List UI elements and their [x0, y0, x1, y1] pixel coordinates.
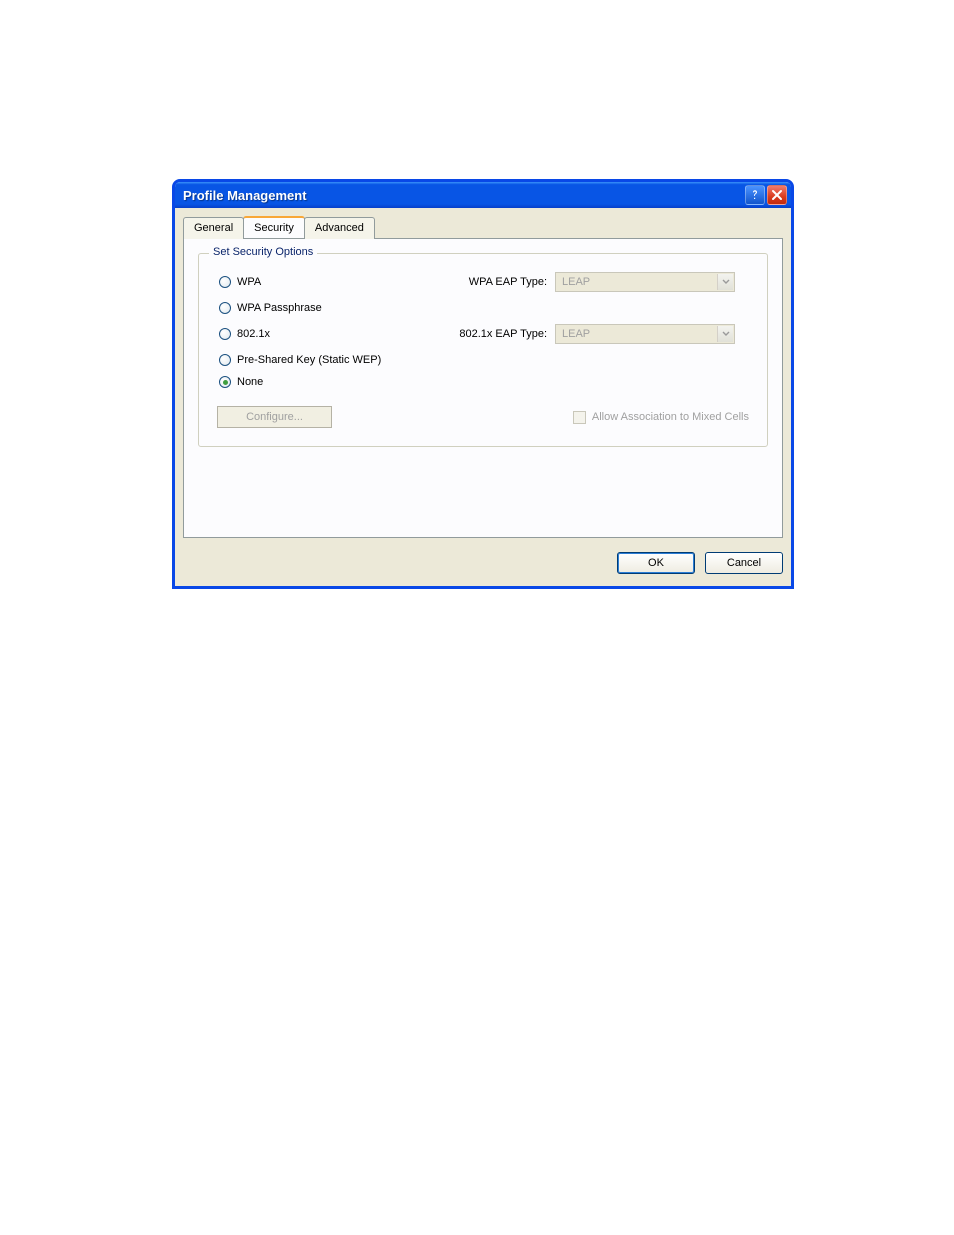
- tab-advanced[interactable]: Advanced: [304, 217, 375, 239]
- checkbox-label: Allow Association to Mixed Cells: [592, 411, 749, 423]
- close-icon: [771, 189, 783, 201]
- dialog-buttons: OK Cancel: [183, 552, 783, 574]
- radio-wpa[interactable]: WPA: [219, 276, 419, 288]
- radio-icon: [219, 376, 231, 388]
- checkbox-icon: [573, 411, 586, 424]
- tab-panel-security: Set Security Options WPA WPA EAP Type: L…: [183, 238, 783, 538]
- radio-icon: [219, 276, 231, 288]
- radio-icon: [219, 302, 231, 314]
- combo-value: LEAP: [562, 276, 590, 288]
- dot1x-eap-select[interactable]: LEAP: [555, 324, 735, 344]
- allow-mixed-cells-checkbox[interactable]: Allow Association to Mixed Cells: [573, 411, 749, 424]
- titlebar: Profile Management: [175, 182, 791, 208]
- tab-security[interactable]: Security: [243, 216, 305, 238]
- window-title: Profile Management: [183, 188, 743, 203]
- ok-button[interactable]: OK: [617, 552, 695, 574]
- options-grid: WPA WPA EAP Type: LEAP WPA Passphrase: [213, 266, 753, 392]
- radio-8021x[interactable]: 802.1x: [219, 328, 419, 340]
- radio-label: None: [237, 376, 263, 388]
- radio-icon: [219, 354, 231, 366]
- tab-strip: General Security Advanced: [183, 216, 783, 238]
- tab-general[interactable]: General: [183, 217, 244, 239]
- wpa-eap-label: WPA EAP Type:: [427, 276, 547, 288]
- security-options-group: Set Security Options WPA WPA EAP Type: L…: [198, 253, 768, 447]
- radio-label: Pre-Shared Key (Static WEP): [237, 354, 381, 366]
- client-area: General Security Advanced Set Security O…: [175, 208, 791, 586]
- combo-value: LEAP: [562, 328, 590, 340]
- radio-label: 802.1x: [237, 328, 270, 340]
- radio-icon: [219, 328, 231, 340]
- fieldset-bottom-row: Configure... Allow Association to Mixed …: [213, 392, 753, 428]
- wpa-eap-select[interactable]: LEAP: [555, 272, 735, 292]
- help-button[interactable]: [745, 185, 765, 205]
- profile-management-window: Profile Management General Security Adva…: [172, 179, 794, 589]
- chevron-down-icon: [717, 326, 733, 342]
- dot1x-eap-label: 802.1x EAP Type:: [427, 328, 547, 340]
- radio-label: WPA: [237, 276, 261, 288]
- cancel-button[interactable]: Cancel: [705, 552, 783, 574]
- fieldset-legend: Set Security Options: [209, 246, 317, 258]
- chevron-down-icon: [717, 274, 733, 290]
- help-icon: [749, 189, 761, 201]
- radio-label: WPA Passphrase: [237, 302, 322, 314]
- radio-wpa-passphrase[interactable]: WPA Passphrase: [219, 302, 419, 314]
- radio-preshared-key[interactable]: Pre-Shared Key (Static WEP): [219, 354, 419, 366]
- close-button[interactable]: [767, 185, 787, 205]
- radio-none[interactable]: None: [219, 376, 419, 388]
- configure-button[interactable]: Configure...: [217, 406, 332, 428]
